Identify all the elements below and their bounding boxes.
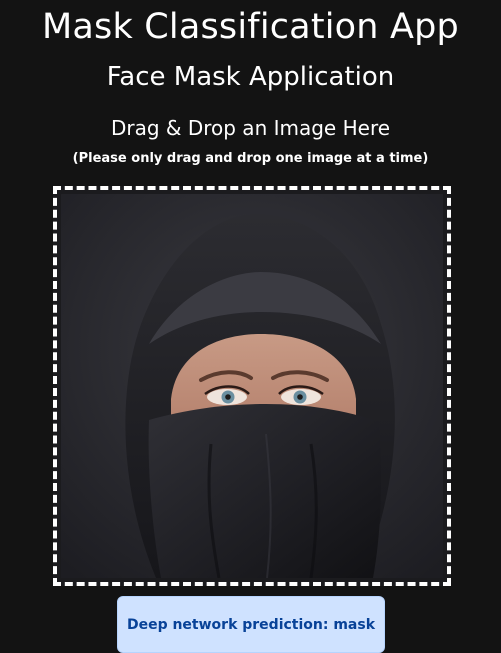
app-title: Mask Classification App xyxy=(42,7,459,47)
uploaded-image xyxy=(61,194,443,578)
image-dropzone[interactable] xyxy=(53,186,451,586)
dropzone-heading: Drag & Drop an Image Here xyxy=(110,116,391,140)
prediction-alert: Deep network prediction: mask xyxy=(117,596,385,653)
dropzone-note: (Please only drag and drop one image at … xyxy=(72,151,429,166)
app-subtitle: Face Mask Application xyxy=(106,62,395,92)
